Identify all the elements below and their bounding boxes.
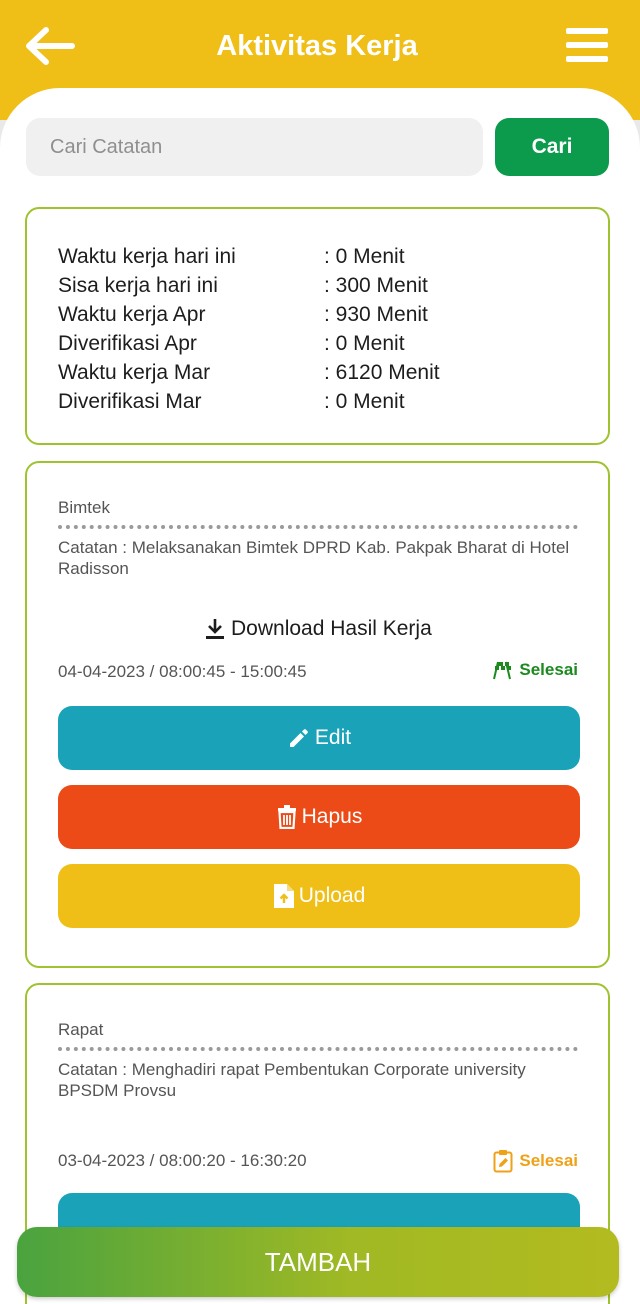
clipboard-edit-icon xyxy=(493,1150,513,1173)
delete-label: Hapus xyxy=(301,805,363,828)
summary-label: Waktu kerja hari ini xyxy=(58,245,236,268)
delete-button[interactable]: Hapus xyxy=(58,785,580,849)
status-badge: Selesai xyxy=(491,660,578,680)
hamburger-menu-icon xyxy=(566,28,608,62)
summary-value: : 0 Menit xyxy=(324,332,405,355)
summary-value: : 0 Menit xyxy=(324,245,405,268)
status-badge: Selesai xyxy=(493,1149,578,1173)
activity-card: Bimtek Catatan : Melaksanakan Bimtek DPR… xyxy=(25,461,610,968)
summary-value: : 0 Menit xyxy=(324,390,405,413)
trash-icon xyxy=(277,805,296,829)
add-activity-button[interactable]: TAMBAH xyxy=(17,1227,619,1297)
edit-button[interactable]: Edit xyxy=(58,706,580,770)
download-label: Download Hasil Kerja xyxy=(231,617,432,640)
divider xyxy=(58,525,578,529)
summary-label: Diverifikasi Mar xyxy=(58,390,202,413)
summary-label: Sisa kerja hari ini xyxy=(58,274,218,297)
search-button[interactable]: Cari xyxy=(495,118,609,176)
download-icon xyxy=(206,619,224,639)
checkered-flags-icon xyxy=(493,661,512,680)
summary-value: : 6120 Menit xyxy=(324,361,440,384)
activity-category: Bimtek xyxy=(58,498,110,517)
activity-note: Catatan : Melaksanakan Bimtek DPRD Kab. … xyxy=(58,538,570,578)
menu-button[interactable] xyxy=(564,26,610,64)
download-result-link[interactable]: Download Hasil Kerja xyxy=(205,613,432,645)
upload-label: Upload xyxy=(298,884,366,907)
work-summary-card: Waktu kerja hari ini : 0 Menit Sisa kerj… xyxy=(25,207,610,445)
content-sheet: Cari Waktu kerja hari ini : 0 Menit Sisa… xyxy=(0,88,640,1304)
search-input[interactable] xyxy=(26,118,483,176)
edit-label: Edit xyxy=(314,726,352,749)
upload-button[interactable]: Upload xyxy=(58,864,580,928)
activity-category: Rapat xyxy=(58,1020,104,1039)
summary-label: Diverifikasi Apr xyxy=(58,332,197,355)
summary-value: : 930 Menit xyxy=(324,303,428,326)
summary-value: : 300 Menit xyxy=(324,274,428,297)
status-label: Selesai xyxy=(519,1151,578,1170)
divider xyxy=(58,1047,578,1051)
page-title: Aktivitas Kerja xyxy=(216,30,418,62)
pencil-icon xyxy=(289,729,308,747)
status-label: Selesai xyxy=(519,660,578,679)
activity-datetime: 04-04-2023 / 08:00:45 - 15:00:45 xyxy=(58,662,307,681)
file-upload-icon xyxy=(273,884,294,908)
summary-label: Waktu kerja Mar xyxy=(58,361,211,384)
activity-note: Catatan : Menghadiri rapat Pembentukan C… xyxy=(58,1060,526,1100)
activity-datetime: 03-04-2023 / 08:00:20 - 16:30:20 xyxy=(58,1151,307,1170)
summary-label: Waktu kerja Apr xyxy=(58,303,206,326)
